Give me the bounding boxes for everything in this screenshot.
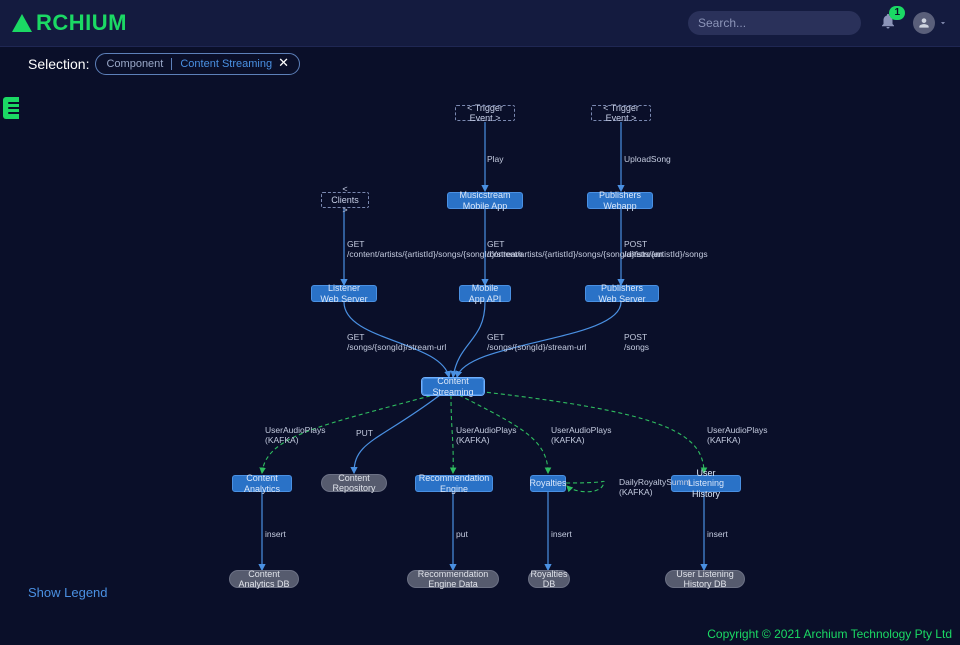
node-publishers-web-server[interactable]: Publishers Web Server (585, 285, 659, 302)
edge-label: GET /songs/{songId}/stream-url (487, 332, 586, 352)
notifications-button[interactable]: 1 (879, 12, 897, 35)
footer-copyright: Copyright © 2021 Archium Technology Pty … (707, 627, 952, 641)
node-recommendation-engine-data[interactable]: Recommendation Engine Data (407, 570, 499, 588)
edge-label: DailyRoyaltySumm (KAFKA) (619, 477, 691, 497)
topbar: RCHIUM 1 (0, 0, 960, 47)
node-trigger-event-2[interactable]: < Trigger Event > (591, 105, 651, 121)
node-content-repository[interactable]: Content Repository (321, 474, 387, 492)
logo-text: RCHIUM (36, 10, 127, 36)
node-recommendation-engine[interactable]: Recommendation Engine (415, 475, 493, 492)
node-content-analytics-db[interactable]: Content Analytics DB (229, 570, 299, 588)
edge-label: POST /artists/{artistId}/songs (624, 239, 708, 259)
node-trigger-event-1[interactable]: < Trigger Event > (455, 105, 515, 121)
node-royalties-db[interactable]: Royalties DB (528, 570, 570, 588)
node-user-listening-history-db[interactable]: User Listening History DB (665, 570, 745, 588)
chevron-down-icon[interactable] (938, 18, 948, 28)
node-mobile-app-api[interactable]: Mobile App API (459, 285, 511, 302)
selection-label: Selection: (28, 56, 89, 72)
edge-label: UploadSong (624, 154, 671, 164)
edge-label: UserAudioPlays (KAFKA) (707, 425, 767, 445)
search-box[interactable] (688, 11, 861, 35)
avatar[interactable] (913, 12, 935, 34)
close-icon[interactable]: ✕ (278, 55, 289, 71)
node-content-analytics[interactable]: Content Analytics (232, 475, 292, 492)
footer: Copyright © 2021 Archium Technology Pty … (0, 623, 960, 645)
node-royalties[interactable]: Royalties (530, 475, 566, 492)
edge-label: GET /songs/{songId}/stream-url (347, 332, 446, 352)
logo-triangle-icon (12, 14, 32, 32)
edge-label: PUT (356, 428, 373, 438)
notifications-badge: 1 (889, 6, 905, 20)
diagram-canvas[interactable]: < Trigger Event > < Trigger Event > < Cl… (19, 81, 960, 610)
logo[interactable]: RCHIUM (12, 10, 127, 36)
node-publishers-webapp[interactable]: Publishers Webapp (587, 192, 653, 209)
edge-label: insert (707, 529, 728, 539)
edge-label: Play (487, 154, 504, 164)
node-clients[interactable]: < Clients > (321, 192, 369, 208)
edge-label: put (456, 529, 468, 539)
selection-chip[interactable]: Component Content Streaming ✕ (95, 53, 300, 75)
node-listener-web-server[interactable]: Listener Web Server (311, 285, 377, 302)
edge-label: UserAudioPlays (KAFKA) (551, 425, 611, 445)
user-icon (917, 16, 931, 30)
selection-chip-name: Content Streaming (180, 58, 272, 70)
edge-label: UserAudioPlays (KAFKA) (265, 425, 325, 445)
edge-label: UserAudioPlays (KAFKA) (456, 425, 516, 445)
selection-chip-type: Component (106, 58, 172, 70)
node-musicstream-mobile-app[interactable]: Musicstream Mobile App (447, 192, 523, 209)
search-input[interactable] (698, 16, 853, 30)
edge-label: insert (551, 529, 572, 539)
node-content-streaming[interactable]: Content Streaming (422, 378, 484, 395)
edge-label: insert (265, 529, 286, 539)
selection-bar: Selection: Component Content Streaming ✕ (0, 47, 960, 81)
show-legend-link[interactable]: Show Legend (28, 585, 108, 600)
edge-label: POST /songs (624, 332, 649, 352)
